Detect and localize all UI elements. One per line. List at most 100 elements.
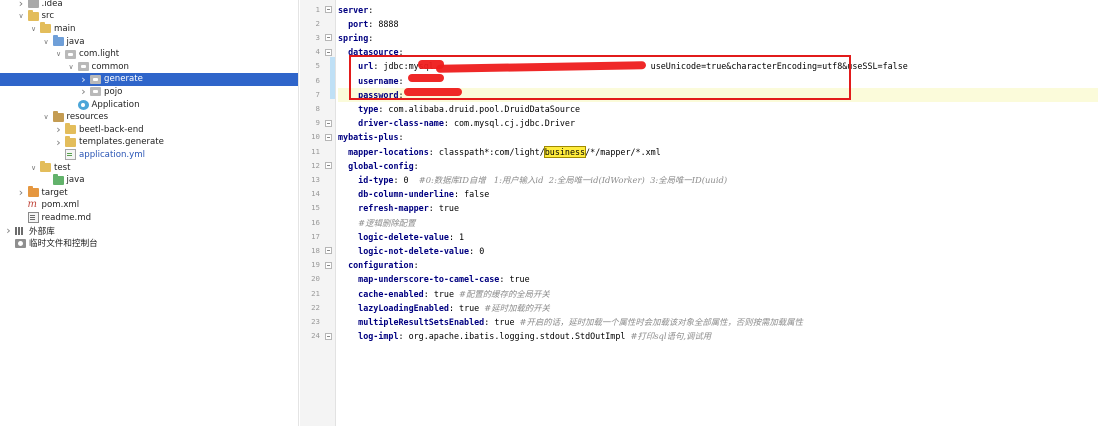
resources-folder-icon [52,110,64,122]
tree-item-application-yml[interactable]: application.yml [0,149,298,162]
fold-marker-icon[interactable] [325,261,332,269]
yaml-key: mybatis-plus [338,132,399,143]
code-line[interactable]: spring: [338,31,1098,45]
chevron-right-icon[interactable]: › [17,0,26,10]
tree-item-pom-xml[interactable]: m pom.xml [0,199,298,212]
chevron-right-icon[interactable]: › [54,136,63,149]
fold-marker-icon[interactable] [325,247,332,255]
code-text: : [413,260,419,271]
code-line[interactable]: #逻辑删除配置 [338,216,1098,230]
tree-item-label: src [41,11,55,22]
code-line[interactable]: multipleResultSetsEnabled: true #开启的话，延时… [338,315,1098,329]
code-line[interactable]: global-config: [338,159,1098,173]
tree-item-label: pojo [104,86,123,97]
code-line[interactable]: id-type: 0 #0:数据库ID自增 1:用户输入id 2:全局唯一id(… [338,173,1098,187]
fold-marker-icon[interactable] [325,332,332,340]
chevron-down-icon[interactable]: ∨ [67,61,76,73]
tree-item-application-class[interactable]: Application [0,98,298,111]
tree-item-src[interactable]: ∨ src [0,9,298,23]
tree-item-scratches-consoles[interactable]: 临时文件和控制台 [0,237,298,250]
code-line[interactable]: type: com.alibaba.druid.pool.DruidDataSo… [338,102,1098,116]
code-line[interactable]: server: [338,3,1098,17]
fold-marker-icon[interactable] [325,119,332,127]
tree-item-beetl-back-end[interactable]: › beetl-back-end [0,123,298,136]
tree-item-label: 临时文件和控制台 [29,239,98,250]
code-text: : com.mysql.cj.jdbc.Driver [443,118,575,129]
tree-item-readme-md[interactable]: readme.md [0,212,298,225]
tree-item-pojo[interactable]: › pojo [0,85,298,98]
chevron-down-icon[interactable]: ∨ [54,48,63,60]
code-line[interactable]: cache-enabled: true #配置的缓存的全局开关 [338,287,1098,301]
fold-marker-icon[interactable] [325,162,332,170]
code-line[interactable]: mapper-locations: classpath*:com/light/b… [338,145,1098,159]
code-line[interactable]: logic-delete-value: 1 [338,230,1098,244]
fold-marker-icon[interactable] [325,34,332,42]
chevron-right-icon[interactable]: › [54,123,63,136]
line-number: 7 [315,89,320,99]
line-number: 16 [311,217,320,227]
tree-item-test-java[interactable]: java [0,173,298,187]
code-text: : [368,32,374,43]
yaml-key: map-underscore-to-camel-case [358,274,500,285]
chevron-down-icon[interactable]: ∨ [42,111,51,123]
tree-item-common[interactable]: ∨ common [0,61,298,74]
chevron-right-icon[interactable]: › [79,85,88,98]
project-tree[interactable]: › .idea ∨ src ∨ main ∨ java ∨ com.light ∨ common › ge… [0,0,299,426]
tree-item-label: readme.md [41,212,92,223]
tree-item-java[interactable]: ∨ java [0,35,298,48]
code-line[interactable]: mybatis-plus: [338,130,1098,144]
code-text: : classpath*:com/light/ [428,146,545,157]
code-line[interactable]: db-column-underline: false [338,187,1098,201]
code-line[interactable]: driver-class-name: com.mysql.cj.jdbc.Dri… [338,116,1098,130]
tree-item-label: templates.generate [79,137,164,148]
annotation-box [349,55,851,100]
tree-item-label: Application [91,99,140,110]
code-line[interactable]: configuration: [338,258,1098,272]
tree-item-resources[interactable]: ∨ resources [0,110,298,124]
code-line[interactable]: logic-not-delete-value: 0 [338,244,1098,258]
tree-item-com-light[interactable]: ∨ com.light [0,48,298,61]
tree-item-main[interactable]: ∨ main [0,22,298,36]
code-text: : 8888 [368,18,399,29]
yaml-key: multipleResultSetsEnabled [358,316,485,327]
line-number: 10 [311,132,320,142]
chevron-down-icon[interactable]: ∨ [29,23,38,35]
fold-marker-icon[interactable] [325,48,332,56]
code-line[interactable]: refresh-mapper: true [338,201,1098,215]
tree-item-generate[interactable]: › generate [0,73,298,86]
code-text: : org.apache.ibatis.logging.stdout.StdOu… [398,331,631,342]
code-line[interactable]: port: 8888 [338,17,1098,31]
tree-item-external-libraries[interactable]: › 外部库 [0,224,298,237]
code-text: : true [448,302,485,313]
tree-item-templates-generate[interactable]: › templates.generate [0,135,298,149]
code-line[interactable]: map-underscore-to-camel-case: true [338,272,1098,286]
code-text: : [368,4,374,15]
tree-item-idea[interactable]: › .idea [0,0,298,10]
chevron-right-icon[interactable]: › [79,73,88,86]
chevron-down-icon[interactable]: ∨ [17,10,26,22]
line-number: 15 [311,203,320,213]
tree-item-label: target [41,187,68,198]
chevron-down-icon[interactable]: ∨ [42,36,51,48]
folder-icon [40,22,51,34]
code-text: : true [499,274,530,285]
chevron-down-icon[interactable]: ∨ [29,162,38,174]
code-line[interactable]: lazyLoadingEnabled: true #延时加载的开关 [338,301,1098,315]
tree-item-target[interactable]: › target [0,186,298,199]
chevron-right-icon[interactable]: › [4,224,13,237]
chevron-right-icon[interactable]: › [17,186,26,199]
yaml-key: log-impl [358,331,399,342]
line-number: 1 [315,4,320,14]
fold-marker-icon[interactable] [325,6,332,13]
code-text: : false [453,189,490,200]
yaml-key: server [338,4,369,15]
yaml-comment: #打印sql语句,调试用 [630,331,712,342]
fold-marker-icon[interactable] [325,133,332,141]
code-line[interactable]: log-impl: org.apache.ibatis.logging.stdo… [338,329,1098,343]
tree-item-test[interactable]: ∨ test [0,161,298,174]
